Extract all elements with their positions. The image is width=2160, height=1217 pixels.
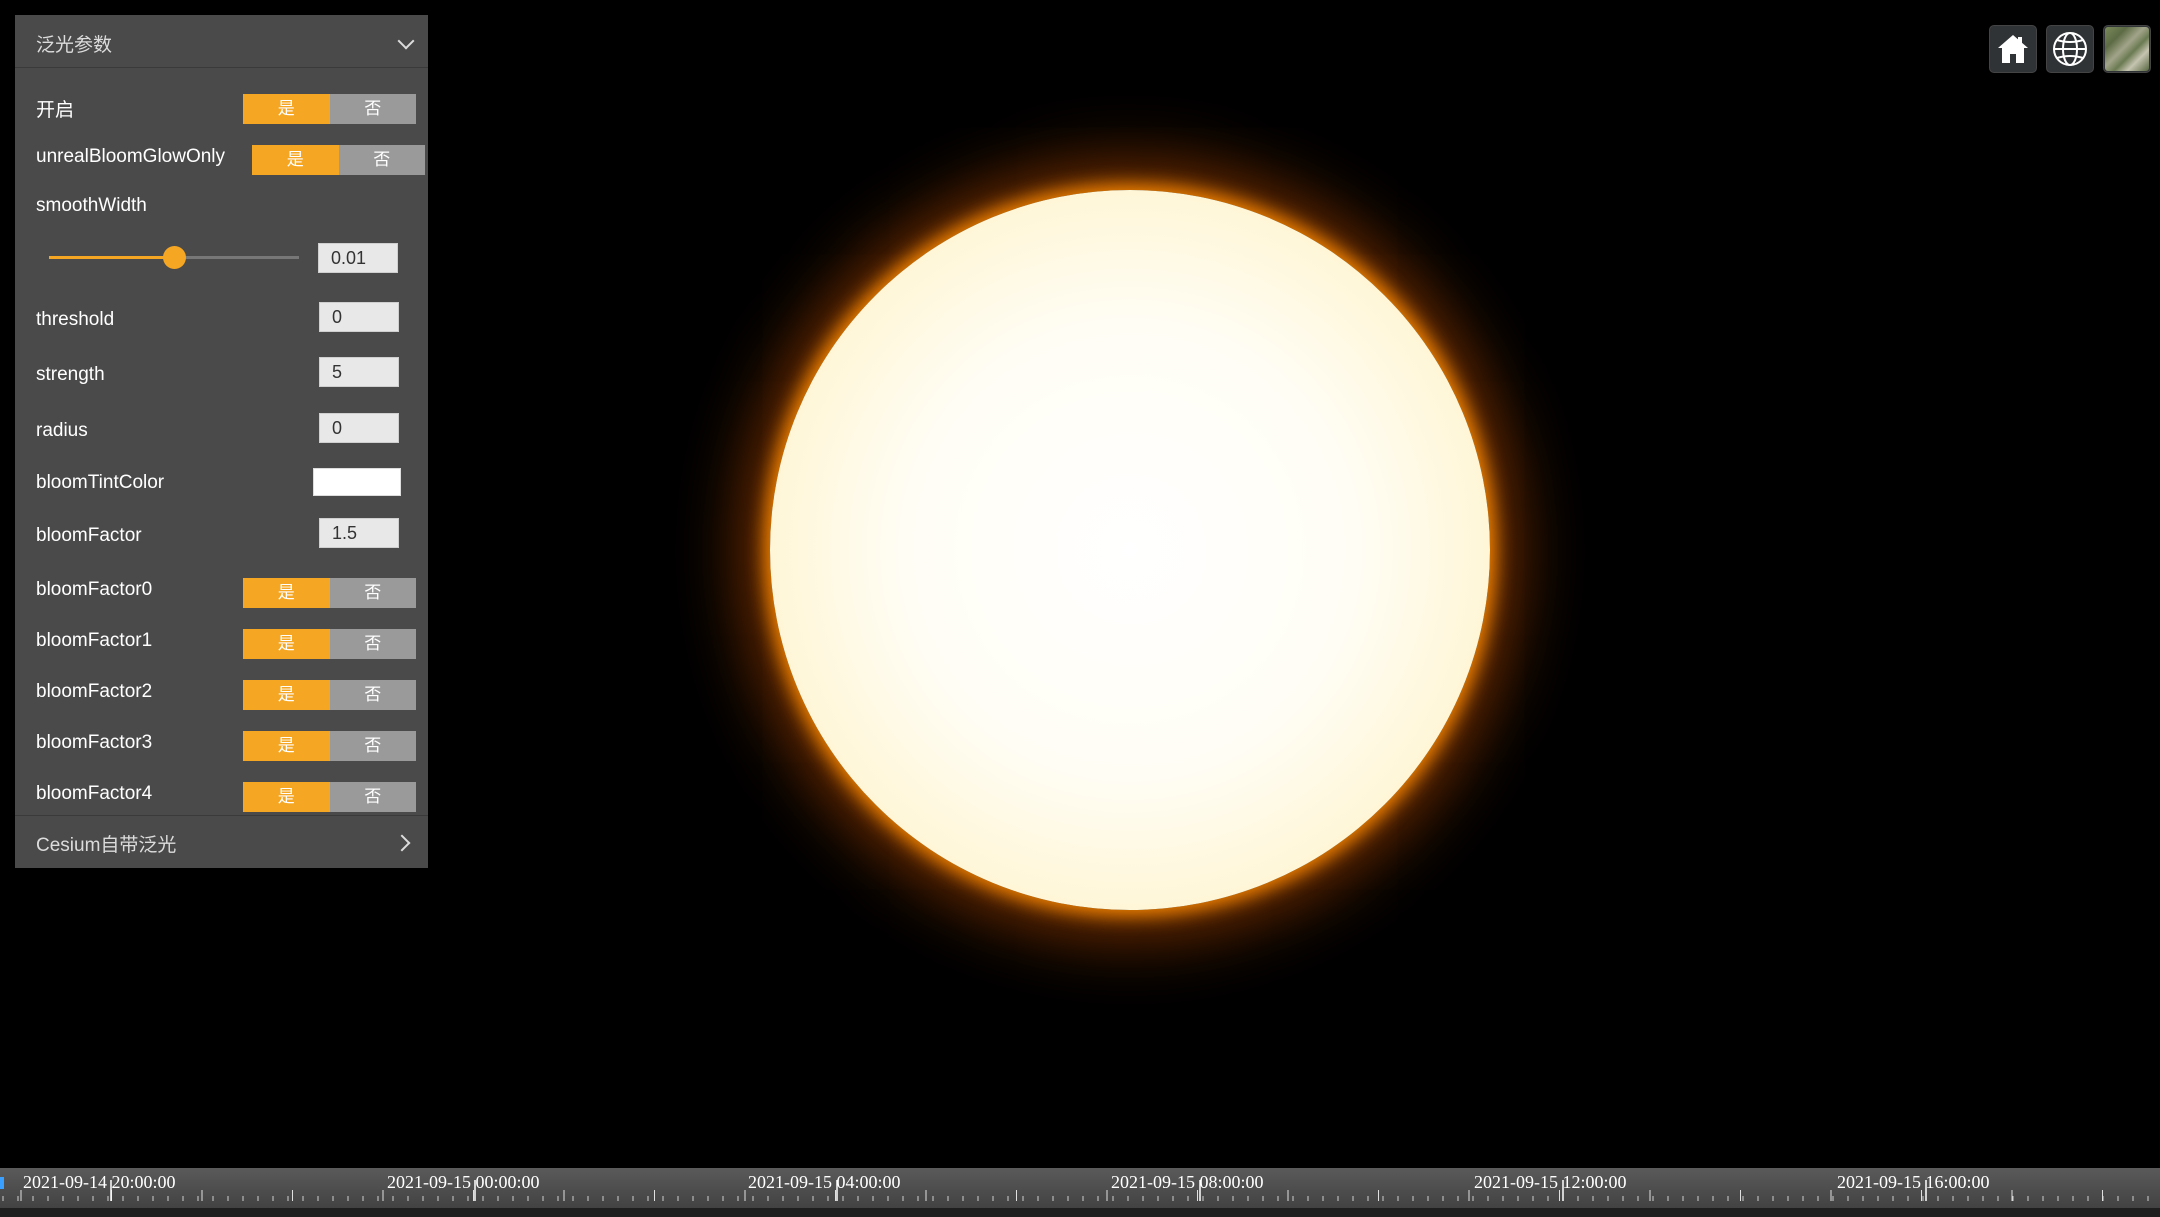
tint-color-picker[interactable] <box>313 468 401 496</box>
timeline-label: 2021-09-15 16:00:00 <box>1837 1172 1990 1192</box>
glow-only-label: unrealBloomGlowOnly <box>36 146 226 167</box>
factor1-no-option[interactable]: 否 <box>329 629 416 659</box>
home-icon <box>1998 35 2028 63</box>
chevron-right-icon[interactable] <box>393 834 411 852</box>
threshold-input[interactable]: 0 <box>319 302 399 332</box>
timeline-ticks <box>2 1180 2149 1201</box>
timeline-label: 2021-09-14 20:00:00 <box>23 1172 176 1192</box>
glow-only-toggle[interactable]: 是 否 <box>252 145 425 175</box>
globe-icon <box>2053 32 2087 66</box>
panel-header[interactable]: 泛光参数 <box>15 15 428 68</box>
strength-input[interactable]: 5 <box>319 357 399 387</box>
factor2-no-option[interactable]: 否 <box>329 680 416 710</box>
smooth-width-slider[interactable] <box>49 246 299 269</box>
cesium-bloom-section[interactable]: Cesium自带泛光 <box>15 815 428 868</box>
enable-no-option[interactable]: 否 <box>329 94 416 124</box>
factor0-yes-option[interactable]: 是 <box>243 578 330 608</box>
glow-only-no-option[interactable]: 否 <box>338 145 425 175</box>
factor1-toggle[interactable]: 是 否 <box>243 629 416 659</box>
radius-label: radius <box>36 420 88 441</box>
factor3-yes-option[interactable]: 是 <box>243 731 330 761</box>
radius-input[interactable]: 0 <box>319 413 399 443</box>
factor2-label: bloomFactor2 <box>36 681 153 702</box>
factor1-yes-option[interactable]: 是 <box>243 629 330 659</box>
layer-picker-icon <box>2105 27 2149 71</box>
chevron-down-icon[interactable] <box>397 32 415 50</box>
factor0-toggle[interactable]: 是 否 <box>243 578 416 608</box>
slider-thumb[interactable] <box>163 246 186 269</box>
timeline-label: 2021-09-15 04:00:00 <box>748 1172 901 1192</box>
factor0-label: bloomFactor0 <box>36 579 153 600</box>
factor3-toggle[interactable]: 是 否 <box>243 731 416 761</box>
sun-globe <box>770 190 1490 910</box>
glow-only-yes-option[interactable]: 是 <box>252 145 339 175</box>
strength-label: strength <box>36 364 105 385</box>
factor3-label: bloomFactor3 <box>36 732 153 753</box>
panel-title: 泛光参数 <box>36 35 113 56</box>
factor4-toggle[interactable]: 是 否 <box>243 782 416 812</box>
factor0-no-option[interactable]: 否 <box>329 578 416 608</box>
timeline-label: 2021-09-15 00:00:00 <box>387 1172 540 1192</box>
cesium-bloom-title: Cesium自带泛光 <box>36 835 177 856</box>
timeline-label: 2021-09-15 08:00:00 <box>1111 1172 1264 1192</box>
home-button[interactable] <box>1989 25 2037 73</box>
bloom-factor-input[interactable]: 1.5 <box>319 518 399 548</box>
threshold-label: threshold <box>36 309 115 330</box>
enable-yes-option[interactable]: 是 <box>243 94 330 124</box>
factor3-no-option[interactable]: 否 <box>329 731 416 761</box>
scene-mode-button[interactable] <box>2046 25 2094 73</box>
base-layer-picker-button[interactable] <box>2103 25 2151 73</box>
factor1-label: bloomFactor1 <box>36 630 153 651</box>
factor4-label: bloomFactor4 <box>36 783 153 804</box>
bloom-settings-panel: 泛光参数 开启 是 否 unrealBloomGlowOnly 是 否 smoo… <box>15 15 428 868</box>
tint-color-label: bloomTintColor <box>36 472 165 493</box>
smooth-width-label: smoothWidth <box>36 195 147 216</box>
factor2-yes-option[interactable]: 是 <box>243 680 330 710</box>
factor4-yes-option[interactable]: 是 <box>243 782 330 812</box>
enable-toggle[interactable]: 是 否 <box>243 94 416 124</box>
factor2-toggle[interactable]: 是 否 <box>243 680 416 710</box>
smooth-width-input[interactable]: 0.01 <box>318 243 398 273</box>
timeline-current-marker[interactable] <box>0 1177 4 1189</box>
timeline-scrollbar[interactable] <box>0 1208 2160 1217</box>
timeline-label: 2021-09-15 12:00:00 <box>1474 1172 1627 1192</box>
enable-label: 开启 <box>36 100 75 121</box>
factor4-no-option[interactable]: 否 <box>329 782 416 812</box>
bloom-factor-label: bloomFactor <box>36 525 142 546</box>
slider-fill <box>49 256 174 259</box>
